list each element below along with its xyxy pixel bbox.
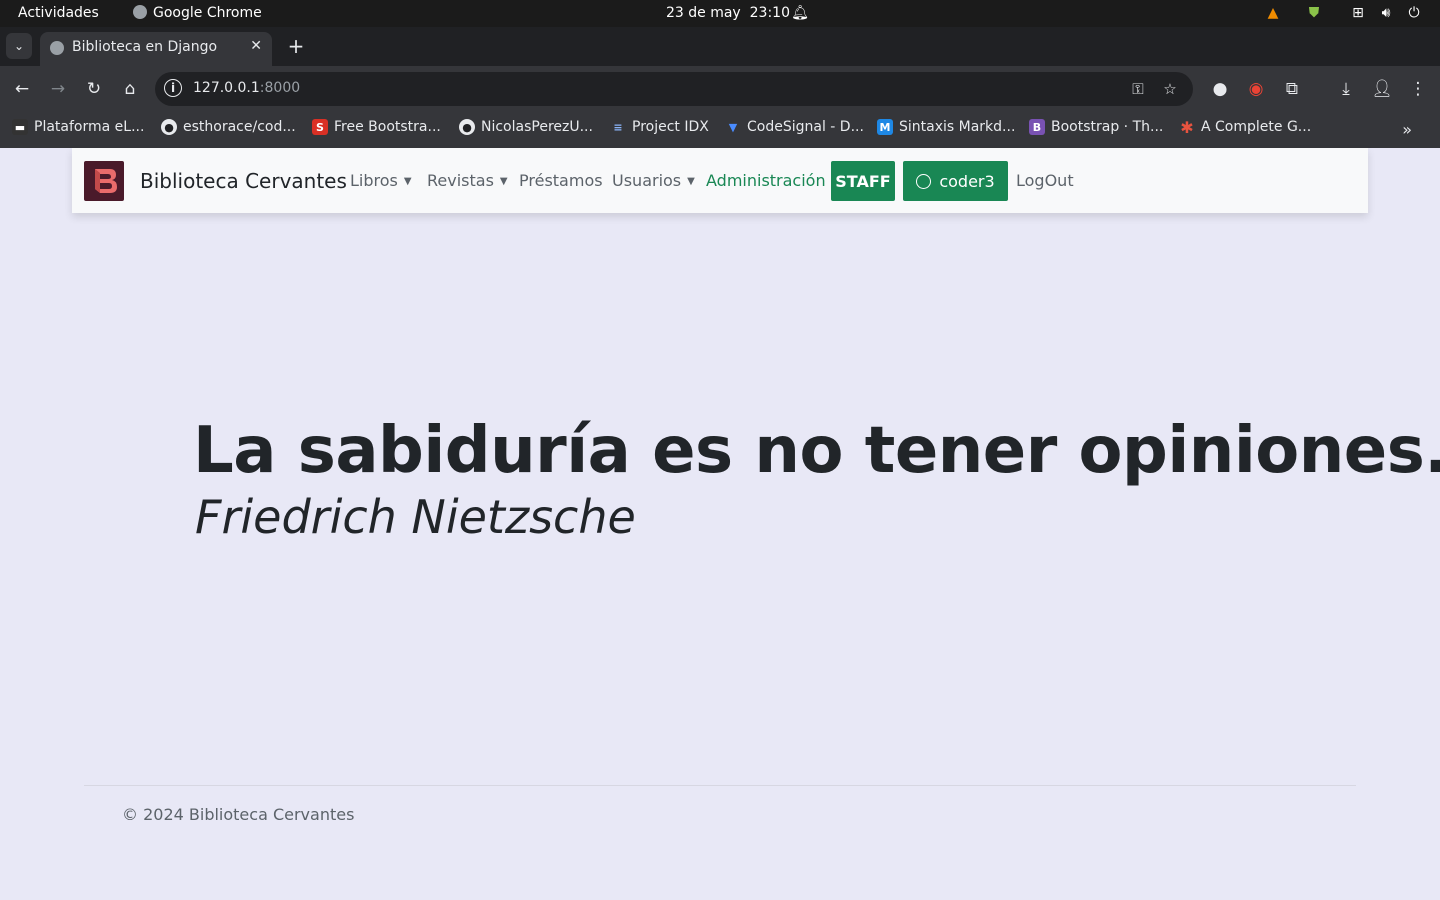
idx-icon: ≡ (613, 120, 623, 134)
footer-copyright: © 2024 Biblioteca Cervantes (122, 805, 355, 824)
color-extension-icon[interactable]: ◉ (1244, 77, 1268, 101)
footer-divider (84, 785, 1356, 786)
site-info-icon[interactable]: i (164, 79, 182, 97)
github-icon: ● (161, 119, 177, 135)
volume-icon[interactable]: 🔊︎ (1377, 4, 1395, 22)
password-key-icon[interactable]: ⚿ (1128, 79, 1148, 99)
bookmark-item[interactable]: M Sintaxis Markd... (877, 119, 1015, 135)
tab-active[interactable]: Biblioteca en Django ✕ (40, 32, 272, 66)
app-menu[interactable]: Google Chrome (133, 5, 262, 21)
bookmark-label: Plataforma eL... (34, 119, 145, 135)
network-icon[interactable]: ⊞ (1349, 4, 1367, 22)
nav-usuarios-dropdown[interactable]: Usuarios ▼ (612, 171, 695, 190)
app-name: Google Chrome (153, 5, 262, 21)
bookmark-star-icon[interactable]: ☆ (1160, 79, 1180, 99)
bootstrap-icon: B (1029, 119, 1045, 135)
reload-icon[interactable]: ↻ (82, 77, 106, 101)
profile-icon[interactable]: 👤︎ (1370, 77, 1394, 101)
clock[interactable]: 23 de may 23:10 (666, 5, 790, 21)
github-icon: ● (459, 119, 475, 135)
extension-circle-icon[interactable]: ● (1208, 77, 1232, 101)
tab-title: Biblioteca en Django (72, 39, 218, 55)
user-button[interactable]: coder3 (903, 161, 1008, 201)
bookmark-label: CodeSignal - D... (747, 119, 864, 135)
bookmark-item[interactable]: ▼ CodeSignal - D... (725, 119, 864, 135)
time: 23:10 (749, 5, 790, 21)
bookmark-label: Bootstrap · Th... (1051, 119, 1164, 135)
user-circle-icon (916, 173, 932, 189)
activities-button[interactable]: Actividades (18, 5, 99, 21)
caret-down-icon: ▼ (403, 176, 412, 187)
extensions-puzzle-icon[interactable]: ⧉ (1280, 77, 1304, 101)
bookmarks-bar: ▬ Plataforma eL... ● esthorace/cod... S Fre… (0, 112, 1440, 148)
logout-link[interactable]: LogOut (1016, 171, 1074, 190)
codesignal-icon: ▼ (728, 120, 738, 134)
bookmark-label: Project IDX (632, 119, 709, 135)
markdown-icon: M (877, 119, 893, 135)
url-text: 127.0.0.1:8000 (193, 80, 300, 96)
bookmark-item[interactable]: ● NicolasPerezU... (459, 119, 593, 135)
date: 23 de may (666, 5, 741, 21)
staff-badge: STAFF (831, 161, 895, 201)
home-icon[interactable]: ⌂ (118, 77, 142, 101)
bookmark-item[interactable]: S Free Bootstra... (312, 119, 441, 135)
forward-icon[interactable]: → (46, 77, 70, 101)
nav-admin-link[interactable]: Administración (706, 171, 826, 190)
brand-logo[interactable] (84, 161, 124, 201)
nav-revistas-label: Revistas (427, 171, 494, 190)
bookmark-label: esthorace/cod... (183, 119, 296, 135)
globe-icon (50, 41, 64, 55)
bookmark-label: Sintaxis Markd... (899, 119, 1016, 135)
bookmark-item[interactable]: ✱ A Complete G... (1179, 117, 1312, 137)
user-name: coder3 (939, 171, 995, 191)
system-top-bar: Actividades Google Chrome 23 de may 23:1… (0, 0, 1440, 27)
tab-strip: ⌄ Biblioteca en Django ✕ + (0, 27, 1440, 66)
nav-revistas-dropdown[interactable]: Revistas ▼ (427, 171, 508, 190)
download-icon[interactable]: ⤓ (1334, 77, 1358, 101)
address-bar[interactable]: i 127.0.0.1:8000 ⚿ ☆ (155, 72, 1193, 106)
bookmark-label: NicolasPerezU... (481, 119, 593, 135)
nav-libros-label: Libros (350, 171, 398, 190)
back-icon[interactable]: ← (10, 77, 34, 101)
brand-name[interactable]: Biblioteca Cervantes (140, 169, 347, 193)
asterisk-icon: ✱ (1180, 117, 1194, 137)
tab-search-chevron-icon[interactable]: ⌄ (6, 33, 32, 59)
new-tab-icon[interactable]: + (283, 33, 309, 59)
site-icon: ▬ (12, 119, 28, 135)
vlc-icon[interactable]: ▲ (1264, 4, 1282, 22)
book-logo-icon (95, 169, 117, 193)
bookmark-item[interactable]: ● esthorace/cod... (161, 119, 296, 135)
bookmark-item[interactable]: ≡ Project IDX (610, 119, 709, 135)
caret-down-icon: ▼ (499, 176, 508, 187)
bookmark-item[interactable]: B Bootstrap · Th... (1029, 119, 1163, 135)
nav-usuarios-label: Usuarios (612, 171, 682, 190)
quote-text: La sabiduría es no tener opiniones. (193, 414, 1440, 488)
url-port: :8000 (259, 80, 301, 96)
nav-libros-dropdown[interactable]: Libros ▼ (350, 171, 412, 190)
browser-toolbar: ← → ↻ ⌂ i 127.0.0.1:8000 ⚿ ☆ ● ◉ ⧉ ⤓ 👤︎ … (0, 66, 1440, 112)
chrome-icon (133, 5, 147, 19)
menu-kebab-icon[interactable]: ⋮ (1406, 77, 1430, 101)
caret-down-icon: ▼ (687, 176, 695, 187)
close-tab-icon[interactable]: ✕ (250, 38, 262, 54)
s-icon: S (312, 119, 328, 135)
bookmark-label: A Complete G... (1201, 119, 1312, 135)
bookmark-item[interactable]: ▬ Plataforma eL... (12, 119, 144, 135)
power-icon[interactable]: ⏻ (1405, 4, 1423, 22)
site-navbar: Biblioteca Cervantes Libros ▼ Revistas ▼ P… (72, 148, 1368, 213)
shield-icon[interactable]: ⛊ (1305, 4, 1323, 22)
notification-bell-icon[interactable]: 🔔︎ (791, 4, 809, 22)
more-bookmarks-icon[interactable]: » (1402, 120, 1412, 139)
nav-prestamos-link[interactable]: Préstamos (519, 171, 603, 190)
url-host: 127.0.0.1 (193, 80, 260, 96)
quote-author: Friedrich Nietzsche (195, 490, 636, 544)
bookmark-label: Free Bootstra... (334, 119, 441, 135)
